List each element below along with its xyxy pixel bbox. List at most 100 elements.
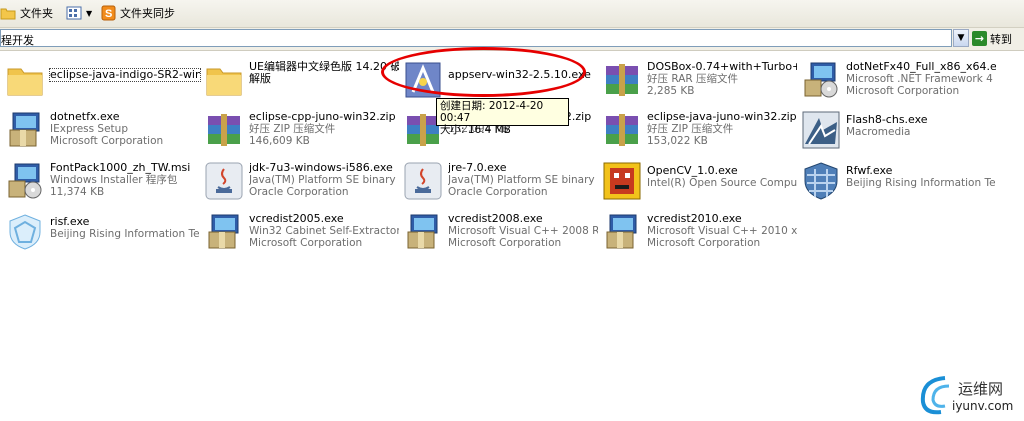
- file-company: Microsoft Corporation: [50, 135, 164, 147]
- shield-icon: [804, 162, 838, 200]
- file-item[interactable]: jdk-7u3-windows-i586.exe Java(TM) Platfo…: [204, 159, 400, 207]
- highlight-ring: [381, 47, 586, 97]
- file-company: Oracle Corporation: [249, 186, 349, 198]
- file-size: 11,374 KB: [50, 186, 105, 198]
- file-description: Intel(R) Open Source Comput...: [647, 177, 797, 189]
- file-item[interactable]: vcredist2010.exe Microsoft Visual C++ 20…: [602, 210, 798, 258]
- file-description: IExpress Setup: [50, 123, 128, 135]
- file-name: Rfwf.exe: [846, 165, 893, 177]
- file-item[interactable]: risf.exe Beijing Rising Information Tec.…: [5, 210, 201, 258]
- file-item[interactable]: DOSBox-0.74+with+Turbo+C... 好压 RAR 压缩文件 …: [602, 58, 798, 106]
- file-description: Microsoft Visual C++ 2010 x8...: [647, 225, 797, 237]
- file-item[interactable]: OpenCV_1.0.exe Intel(R) Open Source Comp…: [602, 159, 798, 207]
- watermark-cn: 运维网: [958, 380, 1004, 398]
- file-company: Macromedia: [846, 126, 911, 138]
- file-item[interactable]: eclipse-java-juno-win32.zip 好压 ZIP 压缩文件 …: [602, 108, 798, 156]
- file-info-tooltip: 创建日期: 2012-4-20 00:47 大小: 16.4 MB: [436, 98, 569, 136]
- views-icon: [66, 6, 82, 20]
- folder-icon: [7, 68, 43, 96]
- folders-button[interactable]: 文件夹: [0, 4, 53, 22]
- java-icon: [205, 162, 243, 200]
- file-item[interactable]: dotNetFx40_Full_x86_x64.exe Microsoft .N…: [801, 58, 997, 106]
- file-name: vcredist2010.exe: [647, 213, 742, 225]
- archive-icon: [606, 114, 638, 146]
- file-description: Java(TM) Platform SE binary: [448, 174, 595, 186]
- msi-icon: [8, 163, 42, 199]
- setup-cd-icon: [804, 62, 838, 98]
- file-description: Win32 Cabinet Self-Extractor: [249, 225, 399, 237]
- go-arrow-icon: →: [972, 31, 987, 46]
- file-company: Beijing Rising Information Tec...: [50, 228, 200, 240]
- file-name: jre-7.0.exe: [448, 162, 507, 174]
- file-item[interactable]: dotnetfx.exe IExpress Setup Microsoft Co…: [5, 108, 201, 156]
- file-item[interactable]: vcredist2008.exe Microsoft Visual C++ 20…: [403, 210, 599, 258]
- file-company: Microsoft Corporation: [846, 85, 960, 97]
- file-company: Beijing Rising Information Tec...: [846, 177, 996, 189]
- tooltip-created-date: 创建日期: 2012-4-20 00:47: [440, 100, 544, 124]
- go-button[interactable]: → 转到: [972, 29, 1012, 48]
- folder-sync-button[interactable]: S 文件夹同步: [101, 4, 175, 22]
- file-type: Windows Installer 程序包: [50, 174, 178, 186]
- views-button[interactable]: ▼: [66, 4, 92, 22]
- file-name: risf.exe: [50, 216, 90, 228]
- file-name: eclipse-java-juno-win32.zip: [647, 111, 797, 123]
- file-name-continued: 解版: [249, 73, 271, 85]
- file-size: 2,285 KB: [647, 85, 695, 97]
- file-item[interactable]: vcredist2005.exe Win32 Cabinet Self-Extr…: [204, 210, 400, 258]
- java-icon: [404, 162, 442, 200]
- file-company: Microsoft Corporation: [448, 237, 562, 249]
- archive-icon: [606, 64, 638, 96]
- watermark-swirl-icon: [920, 376, 950, 415]
- file-company: Microsoft Corporation: [249, 237, 363, 249]
- folders-label: 文件夹: [20, 7, 53, 20]
- file-name: Flash8-chs.exe: [846, 114, 928, 126]
- address-input[interactable]: 程开发: [0, 29, 952, 47]
- setup-box-icon: [208, 214, 239, 249]
- file-name: dotnetfx.exe: [50, 111, 120, 123]
- file-name: vcredist2005.exe: [249, 213, 344, 225]
- svg-text:S: S: [105, 8, 112, 20]
- archive-icon: [208, 114, 240, 146]
- file-name: DOSBox-0.74+with+Turbo+C...: [647, 61, 797, 73]
- rising-icon: [9, 214, 41, 250]
- chevron-down-icon: ▼: [86, 8, 93, 18]
- go-label: 转到: [990, 32, 1012, 46]
- chevron-down-icon: ▼: [957, 33, 965, 43]
- file-description: Java(TM) Platform SE binary: [249, 174, 396, 186]
- file-name: OpenCV_1.0.exe: [647, 165, 738, 177]
- folder-icon: [206, 68, 242, 96]
- tooltip-size: 大小: 16.4 MB: [440, 124, 511, 136]
- file-type: 好压 ZIP 压缩文件: [647, 123, 734, 135]
- file-name: eclipse-java-indigo-SR2-win32: [49, 68, 201, 82]
- file-description: Microsoft .NET Framework 4 S...: [846, 73, 996, 85]
- file-name: dotNetFx40_Full_x86_x64.exe: [846, 61, 996, 73]
- setup-box-icon: [606, 214, 637, 249]
- file-size: 153,022 KB: [647, 135, 708, 147]
- flash-icon: [802, 111, 840, 149]
- file-item[interactable]: eclipse-cpp-juno-win32.zip 好压 ZIP 压缩文件 1…: [204, 108, 400, 156]
- file-name: vcredist2008.exe: [448, 213, 543, 225]
- toolbar: 文件夹 ▼ S 文件夹同步: [0, 0, 1024, 28]
- opencv-icon: [603, 162, 641, 200]
- sync-label: 文件夹同步: [120, 7, 175, 20]
- file-company: Oracle Corporation: [448, 186, 548, 198]
- file-item[interactable]: Rfwf.exe Beijing Rising Information Tec.…: [801, 159, 997, 207]
- file-type: 好压 RAR 压缩文件: [647, 73, 739, 85]
- address-dropdown-button[interactable]: ▼: [953, 29, 969, 47]
- file-size: 146,609 KB: [249, 135, 310, 147]
- address-text: 程开发: [1, 34, 34, 47]
- file-name: eclipse-cpp-juno-win32.zip: [249, 111, 396, 123]
- file-item[interactable]: Flash8-chs.exe Macromedia: [801, 108, 997, 156]
- file-name: FontPack1000_zh_TW.msi: [50, 162, 191, 174]
- file-item[interactable]: eclipse-java-indigo-SR2-win32: [5, 58, 201, 106]
- file-item[interactable]: jre-7.0.exe Java(TM) Platform SE binary …: [403, 159, 599, 207]
- file-item[interactable]: FontPack1000_zh_TW.msi Windows Installer…: [5, 159, 201, 207]
- watermark-en: iyunv.com: [952, 399, 1014, 413]
- setup-box-icon: [9, 112, 40, 147]
- setup-box-icon: [407, 214, 438, 249]
- file-name: jdk-7u3-windows-i586.exe: [249, 162, 393, 174]
- file-description: Microsoft Visual C++ 2008 Re...: [448, 225, 598, 237]
- file-item[interactable]: UE编辑器中文绿色版 14.20 破 解版: [204, 58, 400, 106]
- sync-icon: S: [101, 5, 116, 21]
- file-name: UE编辑器中文绿色版 14.20 破: [249, 61, 399, 73]
